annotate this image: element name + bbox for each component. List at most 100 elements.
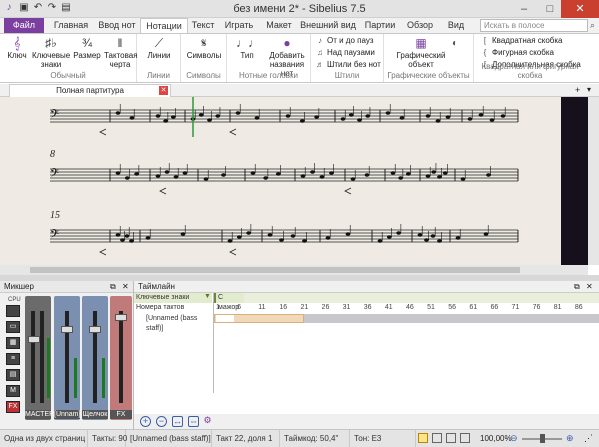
group-lines: ⟋ Линии Линии: [137, 34, 181, 82]
key-row-arrow-icon[interactable]: ▼: [204, 293, 211, 300]
curly-bracket-icon: {: [483, 48, 487, 57]
mixer-dock-icon[interactable]: ⧉: [110, 282, 116, 292]
search-icon[interactable]: ⌕: [590, 20, 595, 31]
add-icon[interactable]: +: [140, 416, 151, 427]
notehead: [155, 114, 161, 118]
bar-number-ruler[interactable]: 1 6 11 16 21 26 31 36 41 46 51 56 61 66 71 76 81 86: [214, 303, 599, 313]
strip-label-unnamed: [Unnam]: [54, 410, 81, 419]
system-number-3: 15: [50, 210, 60, 221]
square-bracket-icon: [: [483, 36, 487, 45]
full-score-tab[interactable]: Полная партитура ✕: [9, 84, 171, 97]
lines-button[interactable]: ⟋ Линии: [141, 36, 177, 60]
staff-toggle-icon[interactable]: ≡: [6, 353, 20, 365]
instrument-toggle-icon[interactable]: ▦: [6, 337, 20, 349]
remove-icon[interactable]: −: [156, 416, 167, 427]
notehead: [364, 173, 370, 177]
tab-review[interactable]: Обзор: [404, 18, 436, 33]
master-fader-knob[interactable]: [28, 336, 40, 343]
unnamed-fader-knob[interactable]: [61, 326, 73, 333]
click-fader-knob[interactable]: [89, 326, 101, 333]
notehead: [275, 172, 281, 176]
notehead: [329, 171, 334, 175]
fx-toggle-icon[interactable]: FX: [6, 401, 20, 413]
add-tab-icon[interactable]: +: [575, 85, 580, 95]
barline-button[interactable]: ‖ Тактовая черта: [104, 36, 138, 69]
zoom-slider-thumb[interactable]: [540, 434, 545, 443]
notehead: [164, 170, 170, 174]
fit-icon[interactable]: ↔: [172, 416, 183, 427]
accent-mark: [99, 128, 107, 136]
score-svg: 𝄢 𝄢 𝄢: [50, 97, 519, 256]
tab-notations[interactable]: Нотации: [140, 18, 188, 33]
search-input[interactable]: Искать в полосе: [480, 19, 588, 32]
mixer-close-icon[interactable]: ✕: [122, 282, 129, 291]
stemless-button[interactable]: ♬ Штили без нот: [315, 60, 381, 70]
panel-toggle-icon[interactable]: ▭: [6, 321, 20, 333]
timeline-title: Таймлайн: [138, 282, 175, 291]
tab-file[interactable]: Файл: [4, 18, 44, 33]
group-graphics: ▦ Графический объект ◐ Графические объект…: [384, 34, 474, 82]
score-canvas[interactable]: 𝄢 𝄢 𝄢 8 15: [0, 97, 561, 265]
minimize-icon[interactable]: –: [511, 0, 537, 18]
tab-appearance[interactable]: Внешний вид: [299, 18, 357, 33]
group-toggle-icon[interactable]: ▤: [6, 369, 20, 381]
time-signature-button[interactable]: ¾ Размер: [72, 36, 102, 60]
horizontal-scroll-thumb[interactable]: [30, 267, 520, 273]
ruler-label: 86: [574, 304, 583, 311]
notehead: [478, 113, 484, 117]
zoom-fit-icon[interactable]: ⇔: [188, 416, 199, 427]
tab-play[interactable]: Играть: [223, 18, 255, 33]
status-key: Тон: E3: [350, 430, 416, 447]
zoom-out-icon[interactable]: ⊖: [510, 433, 518, 444]
vertical-scrollbar[interactable]: [588, 97, 599, 265]
settings-icon[interactable]: ⚙: [202, 416, 213, 427]
tab-view[interactable]: Вид: [444, 18, 468, 33]
to-rest-button[interactable]: ♪ От и до пауз: [315, 36, 374, 46]
timeline-dock-icon[interactable]: ⧉: [574, 282, 580, 292]
over-rests-button[interactable]: ♫ Над паузами: [315, 48, 375, 58]
key-signature-marker[interactable]: С мажор: [214, 293, 244, 311]
notehead: [227, 239, 233, 243]
notehead: [398, 176, 404, 180]
graphic-object-button[interactable]: ▦ Графический объект: [396, 36, 446, 69]
bass-clef: 𝄢: [50, 228, 59, 244]
master-toggle-icon[interactable]: M: [6, 385, 20, 397]
spread-icon[interactable]: [446, 433, 456, 443]
bass-clef: 𝄢: [50, 108, 59, 124]
symbols-button[interactable]: 𝄋 Символы: [185, 36, 223, 60]
tab-menu-icon[interactable]: ▾: [587, 85, 591, 94]
notehead: [221, 173, 226, 177]
notehead: [129, 239, 134, 243]
tab-note-input[interactable]: Ввод нот: [94, 18, 140, 33]
tab-layout[interactable]: Макет: [262, 18, 296, 33]
single-page-icon[interactable]: [432, 433, 442, 443]
ruler-label: 81: [553, 304, 562, 311]
square-bracket-button[interactable]: [Квадратная скобка: [480, 36, 563, 46]
notehead: [300, 174, 306, 178]
tab-home[interactable]: Главная: [48, 18, 94, 33]
timeline-close-icon[interactable]: ✕: [586, 282, 593, 291]
clef-button[interactable]: 𝄞 Ключ: [4, 36, 30, 60]
tab-parts[interactable]: Партии: [362, 18, 398, 33]
notehead-type-button[interactable]: ♩♩ Тип: [231, 36, 263, 60]
zoom-in-icon[interactable]: ⊕: [566, 433, 574, 444]
maximize-icon[interactable]: □: [537, 0, 563, 18]
notehead: [350, 177, 356, 181]
close-tab-icon[interactable]: ✕: [159, 86, 168, 95]
notehead: [390, 171, 396, 175]
key-signature-button[interactable]: ♯♭ Ключевые знаки: [32, 36, 70, 69]
ruler-label: 56: [448, 304, 457, 311]
view-mode-icon[interactable]: [418, 433, 428, 443]
status-timecode: Таймкод: 50,4": [280, 430, 350, 447]
notehead: [442, 171, 448, 175]
tab-text[interactable]: Текст: [188, 18, 218, 33]
key-signatures-row-label[interactable]: Ключевые знаки: [134, 293, 212, 303]
notehead: [170, 115, 176, 119]
panorama-icon[interactable]: [460, 433, 470, 443]
fx-fader-knob[interactable]: [115, 314, 127, 321]
graphic-options-icon[interactable]: ◐: [452, 38, 458, 49]
curly-bracket-button[interactable]: {Фигурная скобка: [480, 48, 554, 58]
close-window-icon[interactable]: ✕: [561, 0, 599, 18]
ruler-label: 1: [216, 304, 220, 311]
notehead: [489, 118, 495, 122]
